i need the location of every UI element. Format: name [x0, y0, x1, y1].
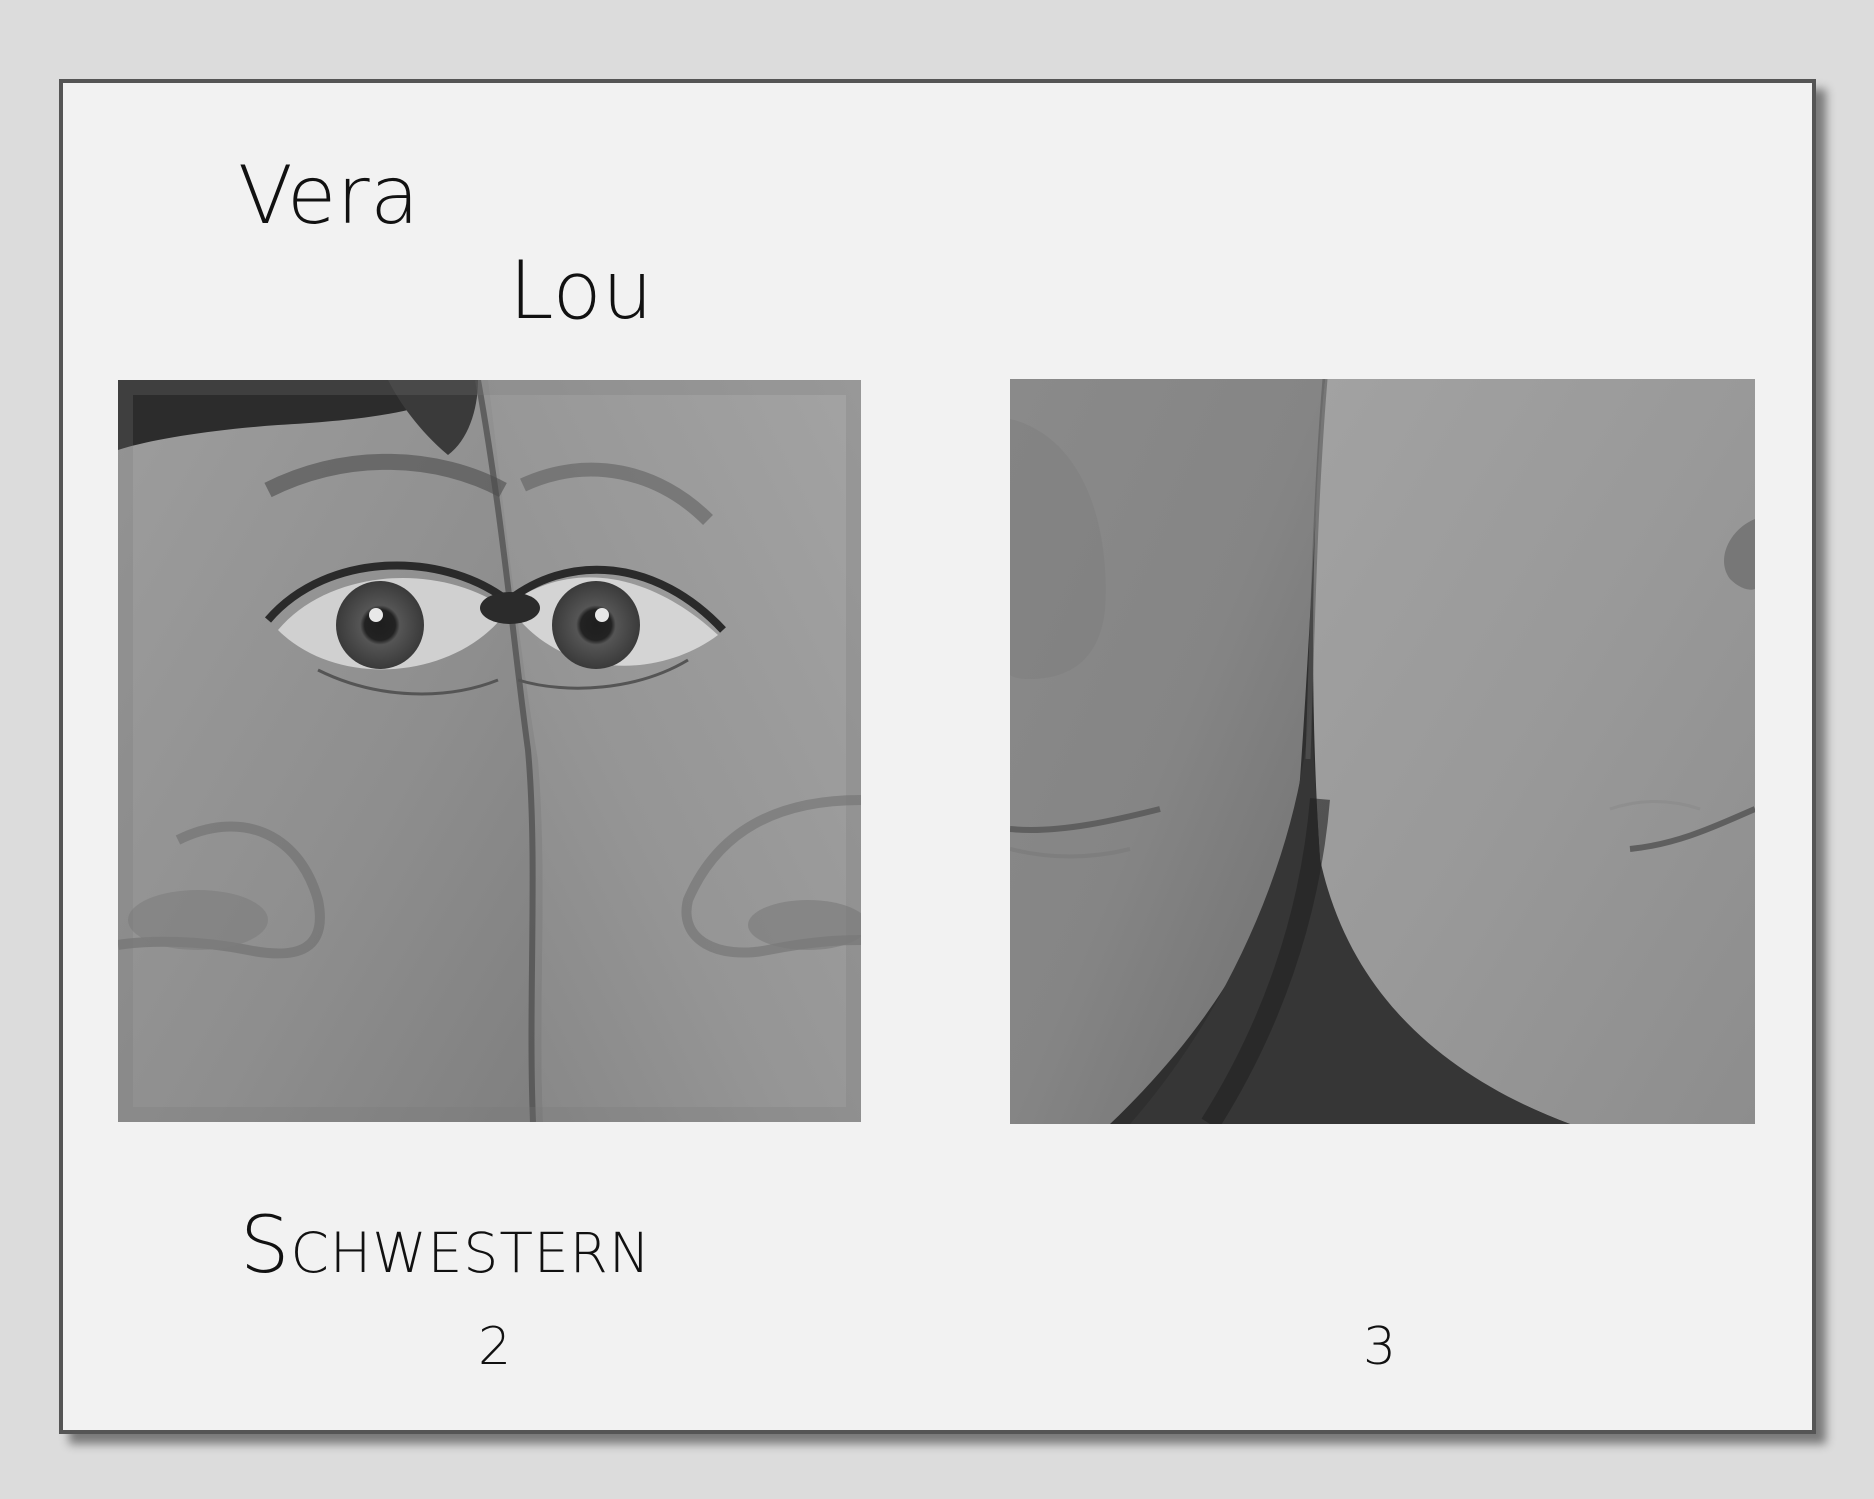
- book-title: Schwestern: [240, 1201, 652, 1291]
- sisters-cheeks-photo: [1010, 379, 1755, 1124]
- name-vera: Vera: [238, 149, 420, 242]
- sisters-eyes-photo: [118, 380, 861, 1122]
- name-lou: Lou: [509, 244, 654, 337]
- sisters-cheeks-image: [1010, 379, 1755, 1124]
- sisters-eyes-image: [118, 380, 861, 1122]
- page-number-right: 3: [1363, 1317, 1397, 1377]
- page-number-left: 2: [478, 1317, 512, 1377]
- book-spread: Vera Lou Schwestern 2 3: [59, 79, 1816, 1434]
